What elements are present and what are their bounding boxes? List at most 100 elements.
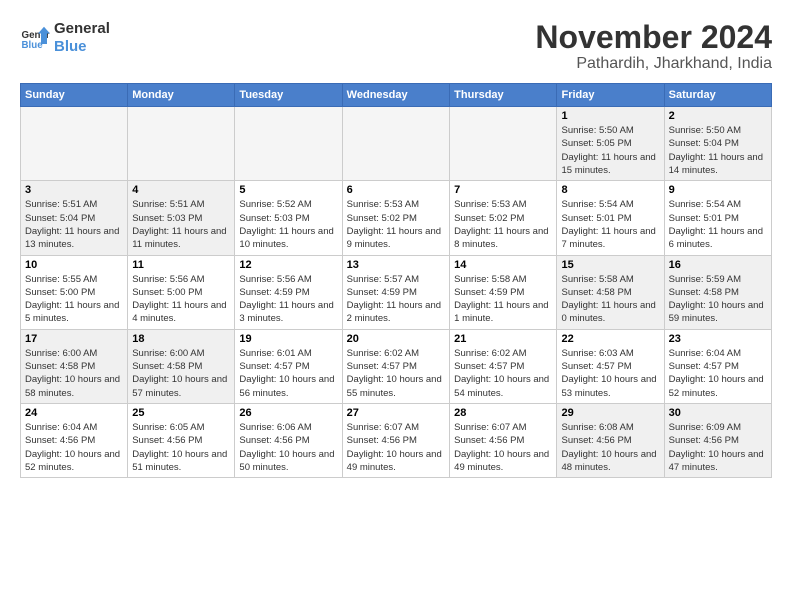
day-info: Sunrise: 5:56 AM Sunset: 4:59 PM Dayligh…	[239, 273, 337, 326]
day-number: 6	[347, 184, 445, 196]
calendar-cell: 6 Sunrise: 5:53 AM Sunset: 5:02 PM Daylig…	[342, 181, 449, 255]
day-number: 15	[561, 259, 659, 271]
day-info: Sunrise: 6:06 AM Sunset: 4:56 PM Dayligh…	[239, 421, 337, 474]
day-info: Sunrise: 6:07 AM Sunset: 4:56 PM Dayligh…	[454, 421, 552, 474]
calendar-cell: 5 Sunrise: 5:52 AM Sunset: 5:03 PM Daylig…	[235, 181, 342, 255]
day-number: 5	[239, 184, 337, 196]
logo-icon: General Blue	[20, 23, 50, 53]
calendar-cell: 15 Sunrise: 5:58 AM Sunset: 4:58 PM Dayli…	[557, 255, 664, 329]
calendar-week-3: 10Sunrise: 5:55 AM Sunset: 5:00 PM Dayli…	[21, 255, 772, 329]
calendar-cell: 26Sunrise: 6:06 AM Sunset: 4:56 PM Dayli…	[235, 403, 342, 477]
calendar-cell: 19Sunrise: 6:01 AM Sunset: 4:57 PM Dayli…	[235, 329, 342, 403]
calendar-cell: 30 Sunrise: 6:09 AM Sunset: 4:56 PM Dayli…	[664, 403, 771, 477]
day-number: 25	[132, 407, 230, 419]
calendar-cell: 12Sunrise: 5:56 AM Sunset: 4:59 PM Dayli…	[235, 255, 342, 329]
weekday-header-sunday: Sunday	[21, 84, 128, 107]
day-info: Sunrise: 5:59 AM Sunset: 4:58 PM Dayligh…	[669, 273, 767, 326]
weekday-header-friday: Friday	[557, 84, 664, 107]
calendar-cell: 20 Sunrise: 6:02 AM Sunset: 4:57 PM Dayli…	[342, 329, 449, 403]
calendar-cell: 25 Sunrise: 6:05 AM Sunset: 4:56 PM Dayli…	[128, 403, 235, 477]
calendar-cell: 29 Sunrise: 6:08 AM Sunset: 4:56 PM Dayli…	[557, 403, 664, 477]
calendar-week-5: 24 Sunrise: 6:04 AM Sunset: 4:56 PM Dayli…	[21, 403, 772, 477]
day-info: Sunrise: 6:00 AM Sunset: 4:58 PM Dayligh…	[25, 347, 123, 400]
calendar-cell	[235, 107, 342, 181]
calendar-cell: 27 Sunrise: 6:07 AM Sunset: 4:56 PM Dayli…	[342, 403, 449, 477]
day-number: 4	[132, 184, 230, 196]
day-info: Sunrise: 5:58 AM Sunset: 4:58 PM Dayligh…	[561, 273, 659, 326]
location-subtitle: Pathardih, Jharkhand, India	[535, 55, 772, 73]
day-info: Sunrise: 5:57 AM Sunset: 4:59 PM Dayligh…	[347, 273, 445, 326]
title-block: November 2024 Pathardih, Jharkhand, Indi…	[535, 20, 772, 73]
day-number: 20	[347, 333, 445, 345]
weekday-header-tuesday: Tuesday	[235, 84, 342, 107]
day-number: 24	[25, 407, 123, 419]
calendar-cell	[450, 107, 557, 181]
svg-text:Blue: Blue	[22, 40, 44, 51]
calendar-cell: 10Sunrise: 5:55 AM Sunset: 5:00 PM Dayli…	[21, 255, 128, 329]
day-info: Sunrise: 6:08 AM Sunset: 4:56 PM Dayligh…	[561, 421, 659, 474]
logo: General Blue General Blue	[20, 20, 110, 56]
day-info: Sunrise: 5:50 AM Sunset: 5:04 PM Dayligh…	[669, 124, 767, 177]
day-info: Sunrise: 5:58 AM Sunset: 4:59 PM Dayligh…	[454, 273, 552, 326]
weekday-header-saturday: Saturday	[664, 84, 771, 107]
calendar-cell: 9Sunrise: 5:54 AM Sunset: 5:01 PM Daylig…	[664, 181, 771, 255]
day-info: Sunrise: 5:56 AM Sunset: 5:00 PM Dayligh…	[132, 273, 230, 326]
day-number: 2	[669, 110, 767, 122]
day-number: 29	[561, 407, 659, 419]
day-info: Sunrise: 6:07 AM Sunset: 4:56 PM Dayligh…	[347, 421, 445, 474]
day-number: 23	[669, 333, 767, 345]
day-number: 28	[454, 407, 552, 419]
calendar-week-2: 3Sunrise: 5:51 AM Sunset: 5:04 PM Daylig…	[21, 181, 772, 255]
day-number: 30	[669, 407, 767, 419]
day-info: Sunrise: 6:03 AM Sunset: 4:57 PM Dayligh…	[561, 347, 659, 400]
calendar-cell: 8Sunrise: 5:54 AM Sunset: 5:01 PM Daylig…	[557, 181, 664, 255]
day-info: Sunrise: 5:52 AM Sunset: 5:03 PM Dayligh…	[239, 198, 337, 251]
calendar-cell: 13 Sunrise: 5:57 AM Sunset: 4:59 PM Dayli…	[342, 255, 449, 329]
weekday-header-wednesday: Wednesday	[342, 84, 449, 107]
day-number: 11	[132, 259, 230, 271]
day-info: Sunrise: 6:04 AM Sunset: 4:56 PM Dayligh…	[25, 421, 123, 474]
calendar-cell: 2 Sunrise: 5:50 AM Sunset: 5:04 PM Daylig…	[664, 107, 771, 181]
calendar-cell: 7Sunrise: 5:53 AM Sunset: 5:02 PM Daylig…	[450, 181, 557, 255]
calendar-cell: 3Sunrise: 5:51 AM Sunset: 5:04 PM Daylig…	[21, 181, 128, 255]
day-info: Sunrise: 5:51 AM Sunset: 5:04 PM Dayligh…	[25, 198, 123, 251]
day-number: 22	[561, 333, 659, 345]
weekday-header-thursday: Thursday	[450, 84, 557, 107]
calendar-cell: 16Sunrise: 5:59 AM Sunset: 4:58 PM Dayli…	[664, 255, 771, 329]
day-info: Sunrise: 5:53 AM Sunset: 5:02 PM Dayligh…	[347, 198, 445, 251]
day-info: Sunrise: 5:51 AM Sunset: 5:03 PM Dayligh…	[132, 198, 230, 251]
day-number: 13	[347, 259, 445, 271]
calendar-week-4: 17 Sunrise: 6:00 AM Sunset: 4:58 PM Dayli…	[21, 329, 772, 403]
day-number: 18	[132, 333, 230, 345]
calendar: SundayMondayTuesdayWednesdayThursdayFrid…	[20, 83, 772, 478]
day-info: Sunrise: 6:00 AM Sunset: 4:58 PM Dayligh…	[132, 347, 230, 400]
day-info: Sunrise: 6:01 AM Sunset: 4:57 PM Dayligh…	[239, 347, 337, 400]
calendar-cell: 4 Sunrise: 5:51 AM Sunset: 5:03 PM Daylig…	[128, 181, 235, 255]
logo-line1: General	[54, 20, 110, 38]
calendar-cell: 18 Sunrise: 6:00 AM Sunset: 4:58 PM Dayli…	[128, 329, 235, 403]
day-info: Sunrise: 6:09 AM Sunset: 4:56 PM Dayligh…	[669, 421, 767, 474]
logo-line2: Blue	[54, 38, 110, 56]
calendar-cell: 24 Sunrise: 6:04 AM Sunset: 4:56 PM Dayli…	[21, 403, 128, 477]
calendar-cell	[342, 107, 449, 181]
calendar-cell: 11 Sunrise: 5:56 AM Sunset: 5:00 PM Dayli…	[128, 255, 235, 329]
calendar-cell: 23 Sunrise: 6:04 AM Sunset: 4:57 PM Dayli…	[664, 329, 771, 403]
day-number: 27	[347, 407, 445, 419]
day-info: Sunrise: 6:02 AM Sunset: 4:57 PM Dayligh…	[454, 347, 552, 400]
calendar-cell: 17 Sunrise: 6:00 AM Sunset: 4:58 PM Dayli…	[21, 329, 128, 403]
logo-text: General Blue	[54, 20, 110, 56]
day-number: 9	[669, 184, 767, 196]
calendar-cell: 14 Sunrise: 5:58 AM Sunset: 4:59 PM Dayli…	[450, 255, 557, 329]
calendar-cell: 1Sunrise: 5:50 AM Sunset: 5:05 PM Daylig…	[557, 107, 664, 181]
day-info: Sunrise: 6:02 AM Sunset: 4:57 PM Dayligh…	[347, 347, 445, 400]
weekday-header-monday: Monday	[128, 84, 235, 107]
day-number: 14	[454, 259, 552, 271]
calendar-header-row: SundayMondayTuesdayWednesdayThursdayFrid…	[21, 84, 772, 107]
day-info: Sunrise: 6:04 AM Sunset: 4:57 PM Dayligh…	[669, 347, 767, 400]
day-number: 1	[561, 110, 659, 122]
day-info: Sunrise: 5:53 AM Sunset: 5:02 PM Dayligh…	[454, 198, 552, 251]
calendar-cell: 28 Sunrise: 6:07 AM Sunset: 4:56 PM Dayli…	[450, 403, 557, 477]
day-number: 17	[25, 333, 123, 345]
day-info: Sunrise: 6:05 AM Sunset: 4:56 PM Dayligh…	[132, 421, 230, 474]
calendar-week-1: 1Sunrise: 5:50 AM Sunset: 5:05 PM Daylig…	[21, 107, 772, 181]
